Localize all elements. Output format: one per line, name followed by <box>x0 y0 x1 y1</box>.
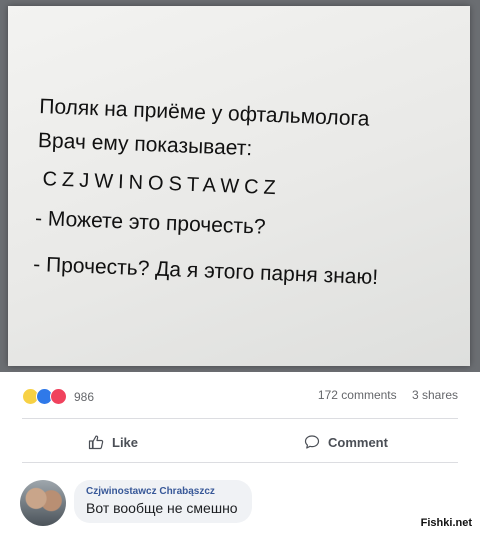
comment-button[interactable]: Comment <box>304 434 388 450</box>
shares-count-link[interactable]: 3 shares <box>412 388 458 402</box>
card-line-5: - Прочесть? Да я этого парня знаю! <box>32 252 379 290</box>
commenter-avatar[interactable] <box>20 480 66 526</box>
thumbs-up-icon <box>88 435 104 450</box>
divider <box>22 462 458 463</box>
engagement-stats: 172 comments 3 shares <box>306 388 458 402</box>
comment-bubble: Czjwinostawcz Chrabąszcz Вот вообще не с… <box>74 480 252 523</box>
comment-label: Comment <box>328 434 388 450</box>
post-actions: Like Comment <box>22 428 458 458</box>
comments-count-link[interactable]: 172 comments <box>318 388 397 402</box>
love-reaction-icon <box>50 388 67 405</box>
site-watermark: Fishki.net <box>420 517 472 529</box>
comment-author[interactable]: Czjwinostawcz Chrabąszcz <box>86 486 238 497</box>
divider <box>22 418 458 419</box>
reactions[interactable]: 986 <box>22 388 94 405</box>
like-label: Like <box>112 434 139 450</box>
like-button[interactable]: Like <box>88 434 138 450</box>
comment-icon <box>304 435 320 449</box>
card-text: Поляк на приёме у офтальмолога Врач ему … <box>33 90 470 298</box>
comment-text: Вот вообще не смешно <box>86 500 238 516</box>
paper-card: Поляк на приёме у офтальмолога Врач ему … <box>8 6 470 366</box>
meme-photo: Поляк на приёме у офтальмолога Врач ему … <box>0 0 480 372</box>
reaction-count: 986 <box>74 389 95 404</box>
post-stats: 986 172 comments 3 shares <box>22 388 458 408</box>
